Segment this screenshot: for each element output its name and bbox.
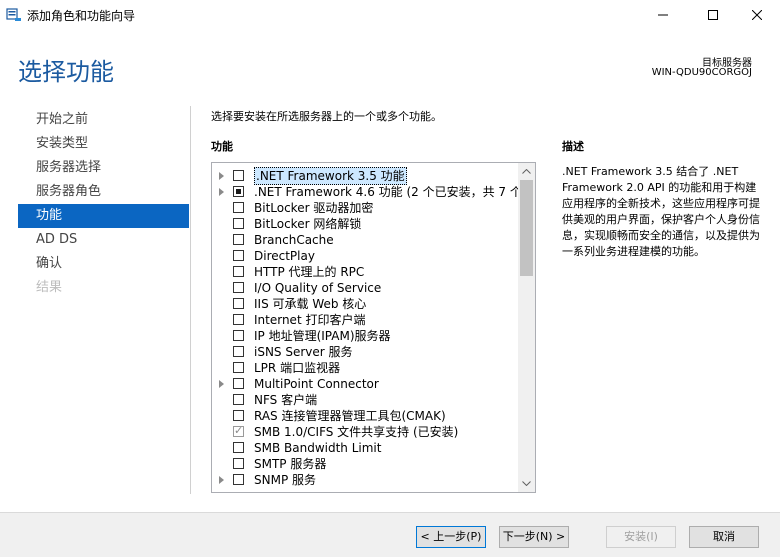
feature-checkbox[interactable] xyxy=(233,250,244,261)
expand-arrow-icon[interactable] xyxy=(219,380,224,388)
feature-label: BitLocker 网络解锁 xyxy=(254,217,362,231)
feature-checkbox[interactable] xyxy=(233,458,244,469)
scroll-up-button[interactable] xyxy=(518,163,535,180)
feature-label: BranchCache xyxy=(254,233,334,247)
previous-button[interactable]: < 上一步(P) xyxy=(416,526,486,548)
scroll-down-button[interactable] xyxy=(518,475,535,492)
expand-arrow-icon[interactable] xyxy=(219,188,224,196)
sidebar-divider xyxy=(190,106,191,494)
feature-label: RAS 连接管理器管理工具包(CMAK) xyxy=(254,409,446,423)
feature-checkbox[interactable] xyxy=(233,362,244,373)
feature-row[interactable]: IP 地址管理(IPAM)服务器 xyxy=(212,328,518,344)
feature-row[interactable]: SMTP 服务器 xyxy=(212,456,518,472)
feature-row[interactable]: BitLocker 驱动器加密 xyxy=(212,200,518,216)
close-icon xyxy=(752,10,762,20)
feature-label: BitLocker 驱动器加密 xyxy=(254,201,374,215)
description-text: .NET Framework 3.5 结合了 .NET Framework 2.… xyxy=(562,165,760,258)
feature-label: SNMP 服务 xyxy=(254,473,316,487)
feature-checkbox[interactable] xyxy=(233,186,244,197)
target-server-name: WIN-QDU90CORGOJ xyxy=(651,67,752,78)
minimize-icon xyxy=(658,14,668,16)
feature-row[interactable]: BranchCache xyxy=(212,232,518,248)
feature-checkbox[interactable] xyxy=(233,314,244,325)
feature-label: iSNS Server 服务 xyxy=(254,345,353,359)
feature-row[interactable]: HTTP 代理上的 RPC xyxy=(212,264,518,280)
sidebar-item-confirmation[interactable]: 确认 xyxy=(18,252,189,276)
expand-arrow-icon[interactable] xyxy=(219,476,224,484)
sidebar-item-server-selection[interactable]: 服务器选择 xyxy=(18,156,189,180)
install-button: 安装(I) xyxy=(606,526,676,548)
feature-label: DirectPlay xyxy=(254,249,315,263)
feature-row[interactable]: MultiPoint Connector xyxy=(212,376,518,392)
chevron-up-icon xyxy=(522,169,531,174)
feature-checkbox[interactable] xyxy=(233,474,244,485)
feature-label: HTTP 代理上的 RPC xyxy=(254,265,365,279)
feature-row[interactable]: DirectPlay xyxy=(212,248,518,264)
sidebar-item-results: 结果 xyxy=(36,280,63,295)
feature-label: NFS 客户端 xyxy=(254,393,318,407)
server-manager-app-icon xyxy=(6,6,22,22)
feature-label: SMB 1.0/CIFS 文件共享支持 (已安装) xyxy=(254,425,459,439)
sidebar-item-server-roles[interactable]: 服务器角色 xyxy=(18,180,189,204)
feature-row[interactable]: I/O Quality of Service xyxy=(212,280,518,296)
feature-checkbox[interactable] xyxy=(233,442,244,453)
sidebar-item-installation-type[interactable]: 安装类型 xyxy=(18,132,189,156)
feature-row[interactable]: Internet 打印客户端 xyxy=(212,312,518,328)
maximize-button[interactable] xyxy=(690,0,736,30)
feature-label: LPR 端口监视器 xyxy=(254,361,341,375)
feature-label: I/O Quality of Service xyxy=(254,281,382,295)
feature-checkbox[interactable] xyxy=(233,378,244,389)
feature-checkbox[interactable] xyxy=(233,170,244,181)
feature-checkbox[interactable] xyxy=(233,330,244,341)
chevron-down-icon xyxy=(522,481,531,486)
feature-row[interactable]: .NET Framework 4.6 功能 (2 个已安装，共 7 个) xyxy=(212,184,527,200)
minimize-button[interactable] xyxy=(640,0,686,30)
feature-row[interactable]: SMB Bandwidth Limit xyxy=(212,440,518,456)
feature-checkbox[interactable] xyxy=(233,282,244,293)
feature-checkbox[interactable] xyxy=(233,202,244,213)
description-heading: 描述 xyxy=(562,140,584,153)
scroll-thumb[interactable] xyxy=(520,180,533,276)
feature-checkbox[interactable] xyxy=(233,234,244,245)
feature-label: .NET Framework 4.6 功能 (2 个已安装，共 7 个) xyxy=(254,185,527,199)
feature-label: SMTP 服务器 xyxy=(254,457,327,471)
instruction-text: 选择要安装在所选服务器上的一个或多个功能。 xyxy=(211,110,442,123)
feature-label: .NET Framework 3.5 功能 xyxy=(254,167,407,185)
features-tree[interactable]: .NET Framework 3.5 功能 .NET Framework 4.6 … xyxy=(211,162,536,493)
feature-row[interactable]: NFS 客户端 xyxy=(212,392,518,408)
feature-label: SMB Bandwidth Limit xyxy=(254,441,382,455)
sidebar-item-features[interactable]: 功能 xyxy=(18,204,189,228)
feature-label: MultiPoint Connector xyxy=(254,377,379,391)
feature-checkbox[interactable] xyxy=(233,346,244,357)
vertical-scrollbar[interactable] xyxy=(518,163,535,492)
features-heading: 功能 xyxy=(211,140,233,153)
feature-row[interactable]: RAS 连接管理器管理工具包(CMAK) xyxy=(212,408,518,424)
feature-label: IIS 可承载 Web 核心 xyxy=(254,297,367,311)
window-title: 添加角色和功能向导 xyxy=(27,9,136,23)
page-title: 选择功能 xyxy=(18,58,114,86)
feature-row[interactable]: iSNS Server 服务 xyxy=(212,344,518,360)
feature-row[interactable]: .NET Framework 3.5 功能 xyxy=(212,167,518,185)
feature-checkbox[interactable] xyxy=(233,394,244,405)
sidebar-item-before-you-begin[interactable]: 开始之前 xyxy=(18,108,189,132)
feature-checkbox[interactable] xyxy=(233,266,244,277)
maximize-icon xyxy=(708,10,718,20)
sidebar-item-ad-ds[interactable]: AD DS xyxy=(18,228,189,252)
expand-arrow-icon[interactable] xyxy=(219,172,224,180)
feature-row[interactable]: SNMP 服务 xyxy=(212,472,518,488)
feature-row[interactable]: SMB 1.0/CIFS 文件共享支持 (已安装) xyxy=(212,423,518,440)
feature-checkbox[interactable] xyxy=(233,410,244,421)
feature-checkbox[interactable] xyxy=(233,298,244,309)
feature-label: Internet 打印客户端 xyxy=(254,313,366,327)
next-button[interactable]: 下一步(N) > xyxy=(499,526,569,548)
feature-row[interactable]: LPR 端口监视器 xyxy=(212,360,518,376)
feature-checkbox[interactable] xyxy=(233,218,244,229)
close-button[interactable] xyxy=(734,0,780,30)
feature-checkbox xyxy=(233,423,244,439)
feature-row[interactable]: BitLocker 网络解锁 xyxy=(212,216,518,232)
cancel-button[interactable]: 取消 xyxy=(689,526,759,548)
feature-row[interactable]: IIS 可承载 Web 核心 xyxy=(212,296,518,312)
feature-label: IP 地址管理(IPAM)服务器 xyxy=(254,329,391,343)
